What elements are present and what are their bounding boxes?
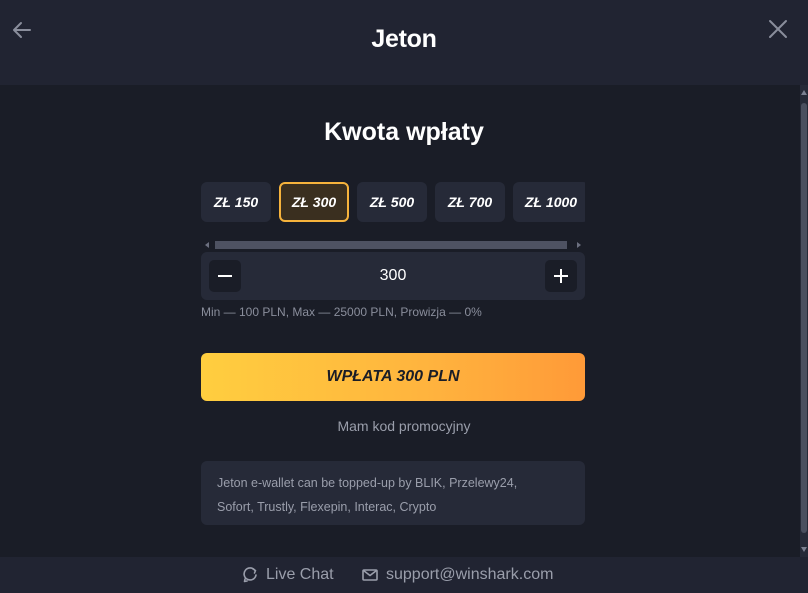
scrollbar-thumb[interactable] [801, 103, 807, 533]
support-email-link[interactable]: support@winshark.com [361, 565, 553, 585]
amount-stepper [201, 252, 585, 300]
mail-icon [362, 569, 378, 581]
amount-option-700[interactable]: ZŁ 700 [435, 182, 505, 222]
section-title: Kwota wpłaty [324, 118, 484, 146]
horizontal-scrollbar-thumb[interactable] [215, 241, 567, 249]
amount-option-1000[interactable]: ZŁ 1000 [513, 182, 585, 222]
promo-code-link[interactable]: Mam kod promocyjny [0, 418, 808, 434]
increase-button[interactable] [545, 260, 577, 292]
info-box: Jeton e-wallet can be topped-up by BLIK,… [201, 461, 585, 525]
chat-icon [243, 567, 257, 583]
info-text-line-2: Sofort, Trustly, Flexepin, Interac, Cryp… [217, 500, 437, 514]
decrease-button[interactable] [209, 260, 241, 292]
live-chat-label: Live Chat [266, 566, 334, 583]
amount-options: ZŁ 150 ZŁ 300 ZŁ 500 ZŁ 700 ZŁ 1000 [201, 182, 585, 222]
page-title: Jeton [371, 25, 437, 53]
close-icon [769, 20, 787, 38]
horizontal-scrollbar[interactable] [205, 240, 581, 250]
info-text-line-1: Jeton e-wallet can be topped-up by BLIK,… [217, 476, 518, 490]
scroll-up-arrow-icon[interactable] [801, 90, 807, 95]
scroll-left-arrow-icon[interactable] [205, 242, 209, 248]
close-button[interactable] [766, 17, 790, 41]
scroll-right-arrow-icon[interactable] [577, 242, 581, 248]
deposit-button[interactable]: WPŁATA 300 PLN [201, 353, 585, 401]
scroll-down-arrow-icon[interactable] [801, 547, 807, 552]
limits-text: Min — 100 PLN, Max — 25000 PLN, Prowizja… [201, 305, 482, 319]
footer: Live Chat support@winshark.com [0, 557, 808, 593]
amount-option-150[interactable]: ZŁ 150 [201, 182, 271, 222]
amount-option-300[interactable]: ZŁ 300 [279, 182, 349, 222]
header: Jeton [0, 0, 808, 85]
amount-input[interactable] [249, 252, 537, 300]
support-email-label: support@winshark.com [386, 566, 554, 583]
amount-option-500[interactable]: ZŁ 500 [357, 182, 427, 222]
live-chat-link[interactable]: Live Chat [241, 565, 334, 585]
vertical-scrollbar[interactable] [800, 85, 808, 557]
